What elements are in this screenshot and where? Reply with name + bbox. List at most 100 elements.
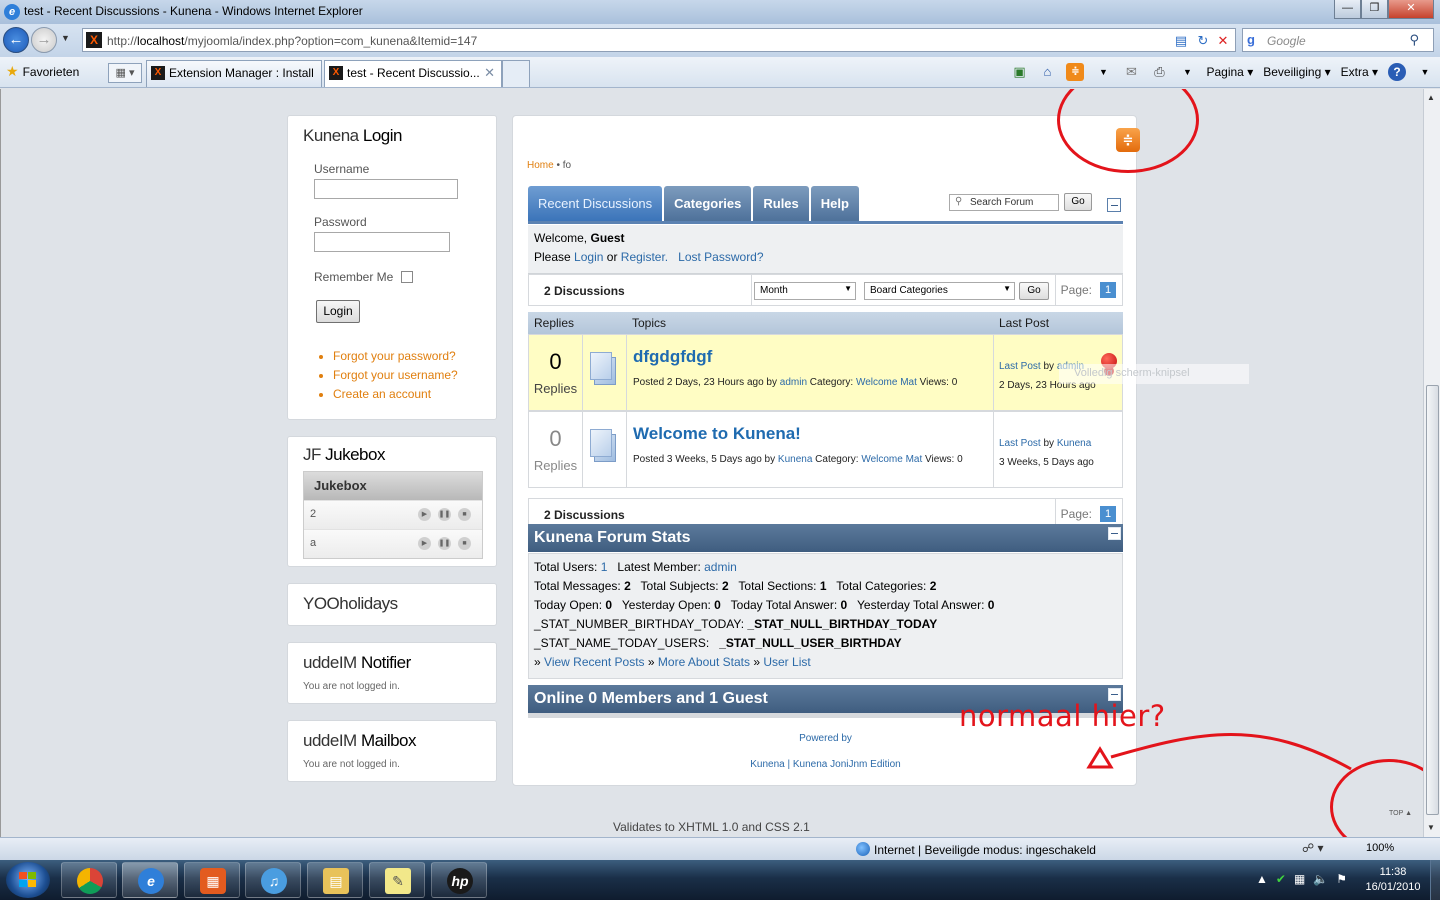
search-input[interactable]: g Google ⚲ — [1242, 28, 1434, 52]
tray-expand-icon[interactable]: ▲ — [1256, 872, 1268, 886]
show-desktop-button[interactable] — [1430, 860, 1440, 900]
pause-icon[interactable]: ❚❚ — [438, 537, 451, 550]
period-select[interactable]: Month ▼ — [754, 282, 856, 300]
action-center-icon[interactable]: ⚑ — [1336, 872, 1347, 886]
forum-search-input[interactable]: ⚲ Search Forum — [949, 194, 1059, 211]
breadcrumb-home-link[interactable]: Home — [527, 160, 554, 171]
help-icon[interactable]: ? — [1388, 63, 1406, 81]
forgot-username-link[interactable]: Forgot your username? — [333, 366, 481, 385]
back-button[interactable]: ← — [3, 27, 29, 53]
history-dropdown-icon[interactable]: ▼ — [61, 33, 70, 43]
url-text[interactable]: http://localhost/myjoomla/index.php?opti… — [107, 34, 477, 48]
help-dropdown-icon[interactable]: ▼ — [1416, 63, 1434, 81]
last-post-link[interactable]: Last Post — [999, 361, 1041, 372]
volume-icon[interactable]: 🔈 — [1313, 872, 1328, 886]
more-about-stats-link[interactable]: More About Stats — [658, 655, 750, 669]
maximize-button[interactable]: ❐ — [1361, 0, 1388, 19]
scroll-up-icon[interactable]: ▲ — [1427, 93, 1435, 102]
forward-button[interactable]: → — [31, 27, 57, 53]
last-author-link[interactable]: Kunena — [1057, 438, 1091, 449]
taskbar-hp[interactable]: hp — [431, 862, 487, 898]
protected-mode-icon[interactable]: ☍ ▾ — [1302, 841, 1324, 855]
taskbar-chrome[interactable] — [61, 862, 117, 898]
forgot-password-link[interactable]: Forgot your password? — [333, 347, 481, 366]
quick-tabs-icon[interactable]: ▦ ▾ — [108, 63, 142, 83]
feeds-icon[interactable]: ≑ — [1066, 63, 1085, 81]
extra-menu[interactable]: Extra ▾ — [1341, 65, 1378, 79]
sync-icon[interactable]: ✔ — [1276, 872, 1286, 886]
security-zone[interactable]: Internet | Beveiligde modus: ingeschakel… — [856, 842, 1096, 857]
stop-icon[interactable]: ■ — [458, 537, 471, 550]
view-recent-posts-link[interactable]: View Recent Posts — [544, 655, 645, 669]
total-users-link[interactable]: 1 — [601, 560, 608, 574]
print-dropdown-icon[interactable]: ▼ — [1178, 63, 1196, 81]
tab-categories[interactable]: Categories — [664, 186, 752, 221]
minimize-button[interactable]: — — [1334, 0, 1361, 19]
print-icon[interactable]: ⎙ — [1150, 63, 1168, 81]
category-link[interactable]: Welcome Mat — [856, 377, 917, 388]
page-scrollbar[interactable]: ▲ ▼ — [1423, 89, 1440, 837]
remember-me-checkbox[interactable] — [401, 271, 414, 283]
lost-password-link[interactable]: Lost Password? — [678, 250, 763, 264]
tab-help[interactable]: Help — [810, 186, 859, 221]
taskbar-office[interactable]: ▦ — [184, 862, 240, 898]
close-tab-icon[interactable]: ✕ — [484, 65, 495, 81]
new-tab-button[interactable] — [502, 60, 530, 87]
feeds-dropdown-icon[interactable]: ▼ — [1094, 63, 1112, 81]
page-menu[interactable]: Pagina ▾ — [1206, 65, 1253, 79]
page-number[interactable]: 1 — [1100, 506, 1116, 522]
taskbar-internet-explorer[interactable]: e — [122, 862, 178, 898]
login-link[interactable]: Login — [574, 250, 603, 264]
online-title: Online 0 Members and 1 Guest — [534, 690, 768, 707]
register-link[interactable]: Register. — [621, 250, 668, 264]
page-number[interactable]: 1 — [1100, 282, 1116, 298]
search-icon[interactable]: ⚲ — [1409, 32, 1419, 48]
start-button[interactable] — [6, 862, 50, 898]
network-icon[interactable]: ▦ — [1294, 872, 1305, 886]
stop-icon[interactable]: ■ — [458, 508, 471, 521]
mail-icon[interactable]: ✉ — [1122, 63, 1140, 81]
address-field[interactable]: X http://localhost/myjoomla/index.php?op… — [82, 28, 1236, 52]
scrollbar-thumb[interactable] — [1426, 385, 1439, 815]
zoom-level[interactable]: 100% — [1366, 842, 1394, 854]
credits-link[interactable]: Kunena | Kunena JoniJnm Edition — [513, 759, 1138, 770]
user-list-link[interactable]: User List — [763, 655, 810, 669]
category-link[interactable]: Welcome Mat — [861, 454, 922, 465]
collapse-icon[interactable] — [1108, 527, 1121, 540]
pause-icon[interactable]: ❚❚ — [438, 508, 451, 521]
scroll-down-icon[interactable]: ▼ — [1427, 823, 1435, 832]
board-select[interactable]: Board Categories ▼ — [864, 282, 1015, 300]
taskbar-itunes[interactable]: ♫ — [245, 862, 301, 898]
create-account-link[interactable]: Create an account — [333, 385, 481, 404]
close-window-button[interactable]: ✕ — [1388, 0, 1434, 19]
play-icon[interactable]: ▶ — [418, 537, 431, 550]
compatibility-view-icon[interactable]: ▤ — [1171, 32, 1191, 50]
refresh-icon[interactable]: ↻ — [1193, 32, 1213, 50]
play-icon[interactable]: ▶ — [418, 508, 431, 521]
latest-member-link[interactable]: admin — [704, 560, 737, 574]
filter-go-button[interactable]: Go — [1019, 282, 1049, 300]
tab-extension-manager[interactable]: X Extension Manager : Install — [146, 60, 322, 87]
home-icon[interactable]: ⌂ — [1038, 63, 1056, 81]
security-menu[interactable]: Beveiliging ▾ — [1263, 65, 1330, 79]
topic-title-link[interactable]: dfgdgfdgf — [633, 347, 993, 367]
login-button[interactable]: Login — [316, 300, 360, 323]
tab-recent-discussions[interactable]: Recent Discussions — [528, 186, 663, 221]
stop-icon[interactable]: ✕ — [1213, 32, 1233, 50]
author-link[interactable]: Kunena — [778, 454, 812, 465]
taskbar-sticky-notes[interactable]: ✎ — [369, 862, 425, 898]
password-input[interactable] — [314, 232, 450, 252]
favorites-button[interactable]: ★ Favorieten — [6, 63, 79, 80]
author-link[interactable]: admin — [780, 377, 807, 388]
suggested-sites-icon[interactable]: ▣ — [1010, 63, 1028, 81]
tab-rules[interactable]: Rules — [753, 186, 809, 221]
username-input[interactable] — [314, 179, 458, 199]
search-go-button[interactable]: Go — [1064, 193, 1092, 211]
taskbar-explorer[interactable]: ▤ — [307, 862, 363, 898]
collapse-icon[interactable] — [1107, 198, 1121, 212]
taskbar-clock[interactable]: 11:38 16/01/2010 — [1360, 865, 1426, 895]
last-post-link[interactable]: Last Post — [999, 438, 1041, 449]
tab-recent-discussions[interactable]: Xtest - Recent Discussio... ✕ — [324, 60, 502, 87]
notifier-module: uddeIM Notifier You are not logged in. — [287, 642, 497, 704]
topic-title-link[interactable]: Welcome to Kunena! — [633, 424, 993, 444]
